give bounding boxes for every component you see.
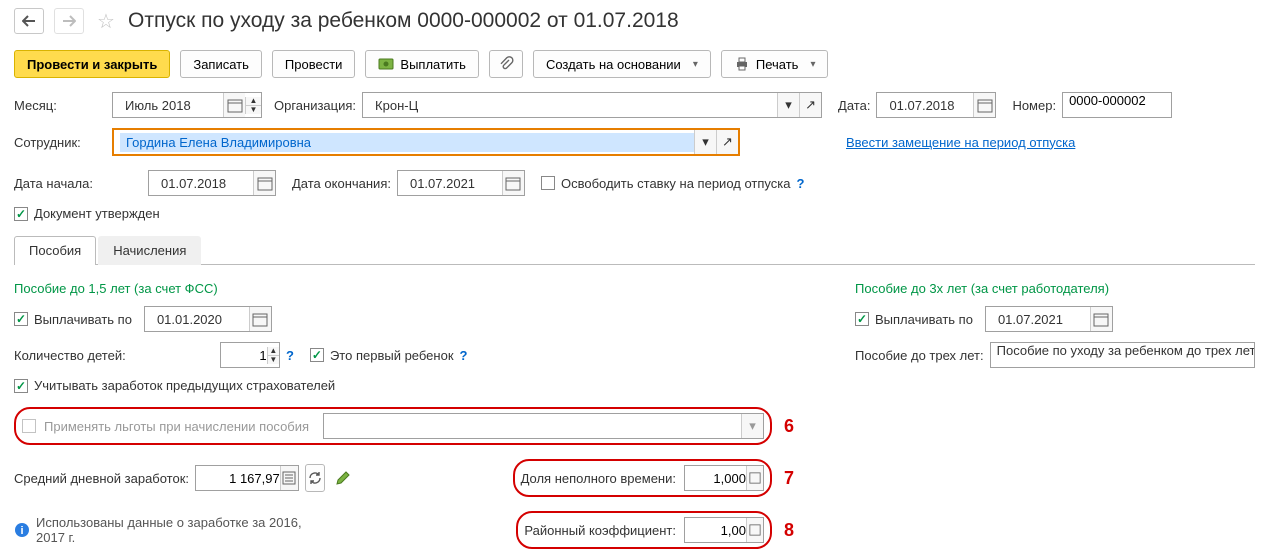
calendar-icon[interactable] (1090, 307, 1112, 331)
part-time-label: Доля неполного времени: (521, 471, 676, 486)
employee-label: Сотрудник: (14, 135, 106, 150)
create-on-basis-button[interactable]: Создать на основании (533, 50, 711, 78)
free-rate-checkbox[interactable] (541, 176, 555, 190)
annotation-7: 7 (784, 468, 794, 489)
number-field[interactable] (1062, 92, 1172, 118)
first-child-label: Это первый ребенок (330, 348, 454, 363)
prev-employers-checkbox[interactable] (14, 379, 28, 393)
approved-label: Документ утвержден (34, 206, 160, 221)
end-date-label: Дата окончания: (292, 176, 391, 191)
children-count-label: Количество детей: (14, 348, 214, 363)
org-label: Организация: (274, 98, 356, 113)
paperclip-icon (498, 56, 514, 72)
apply-benefits-checkbox[interactable] (22, 419, 36, 433)
post-and-close-button[interactable]: Провести и закрыть (14, 50, 170, 78)
number-label: Номер: (1012, 98, 1056, 113)
approved-checkbox[interactable] (14, 207, 28, 221)
nav-forward-button[interactable] (54, 8, 84, 34)
pay-until-15-checkbox[interactable] (14, 312, 28, 326)
annotation-6: 6 (784, 416, 794, 437)
tab-benefits[interactable]: Пособия (14, 236, 96, 265)
pay-button[interactable]: Выплатить (365, 50, 479, 78)
calendar-icon[interactable] (253, 171, 275, 195)
month-spinner[interactable]: ▲▼ (245, 97, 261, 114)
open-ref-icon[interactable]: ↗ (799, 93, 821, 117)
post-button[interactable]: Провести (272, 50, 356, 78)
org-field[interactable]: Крон-Ц ▾ ↗ (362, 92, 822, 118)
favorite-star-icon[interactable]: ☆ (94, 9, 118, 33)
save-button[interactable]: Записать (180, 50, 262, 78)
calendar-icon[interactable] (223, 93, 245, 117)
help-icon[interactable]: ? (460, 348, 468, 363)
calculator-icon[interactable] (746, 518, 763, 542)
apply-benefits-label: Применять льготы при начислении пособия (44, 419, 309, 434)
children-count-field[interactable]: ▲▼ (220, 342, 280, 368)
first-child-checkbox[interactable] (310, 348, 324, 362)
dropdown-icon[interactable]: ▾ (777, 93, 799, 117)
info-icon: i (14, 522, 30, 538)
pay-until-3y-field[interactable]: 01.07.2021 (985, 306, 1113, 332)
month-label: Месяц: (14, 98, 106, 113)
start-date-field[interactable]: 01.07.2018 (148, 170, 276, 196)
calculator-icon[interactable] (280, 466, 298, 490)
attachment-button[interactable] (489, 50, 523, 78)
calendar-icon[interactable] (249, 307, 271, 331)
benefit-3y-type-label: Пособие до трех лет: (855, 348, 984, 363)
refresh-button[interactable] (305, 464, 325, 492)
edit-pencil-icon[interactable] (335, 470, 351, 486)
calculator-icon[interactable] (746, 466, 763, 490)
help-icon[interactable]: ? (796, 176, 804, 191)
pay-until-15-field[interactable]: 01.01.2020 (144, 306, 272, 332)
dropdown-icon[interactable]: ▾ (694, 130, 716, 154)
end-date-field[interactable]: 01.07.2021 (397, 170, 525, 196)
date-field[interactable]: 01.07.2018 (876, 92, 996, 118)
benefit-3y-title: Пособие до 3х лет (за счет работодателя) (855, 281, 1255, 296)
region-coef-label: Районный коэффициент: (524, 523, 676, 538)
annotation-8: 8 (784, 520, 794, 541)
calendar-icon[interactable] (973, 93, 995, 117)
date-label: Дата: (838, 98, 870, 113)
help-icon[interactable]: ? (286, 348, 294, 363)
benefit-15-title: Пособие до 1,5 лет (за счет ФСС) (14, 281, 794, 296)
refresh-icon (307, 470, 323, 486)
pay-until-3y-label: Выплачивать по (875, 312, 973, 327)
printer-icon (734, 56, 750, 72)
prev-employers-label: Учитывать заработок предыдущих страховат… (34, 378, 335, 393)
free-rate-label: Освободить ставку на период отпуска (561, 176, 791, 191)
money-icon (378, 56, 394, 72)
pay-until-15-label: Выплачивать по (34, 312, 132, 327)
substitution-link[interactable]: Ввести замещение на период отпуска (846, 135, 1075, 150)
page-title: Отпуск по уходу за ребенком 0000-000002 … (128, 9, 679, 33)
open-ref-icon[interactable]: ↗ (716, 130, 738, 154)
avg-daily-field[interactable] (195, 465, 299, 491)
benefit-3y-type-field[interactable]: Пособие по уходу за ребенком до трех лет (990, 342, 1255, 368)
pay-until-3y-checkbox[interactable] (855, 312, 869, 326)
calendar-icon[interactable] (502, 171, 524, 195)
tab-accruals[interactable]: Начисления (98, 236, 201, 265)
employee-field[interactable]: Гордина Елена Владимировна ▾ ↗ (112, 128, 740, 156)
part-time-field[interactable] (684, 465, 764, 491)
children-spinner[interactable]: ▲▼ (267, 347, 279, 364)
svg-text:i: i (20, 525, 23, 537)
avg-daily-label: Средний дневной заработок: (14, 471, 189, 486)
nav-back-button[interactable] (14, 8, 44, 34)
print-button[interactable]: Печать (721, 50, 829, 78)
info-text: Использованы данные о заработке за 2016,… (36, 515, 314, 545)
start-date-label: Дата начала: (14, 176, 106, 191)
apply-benefits-field[interactable]: ▾ (323, 413, 764, 439)
region-coef-field[interactable] (684, 517, 764, 543)
month-field[interactable]: Июль 2018 ▲▼ (112, 92, 262, 118)
dropdown-icon[interactable]: ▾ (741, 414, 763, 438)
